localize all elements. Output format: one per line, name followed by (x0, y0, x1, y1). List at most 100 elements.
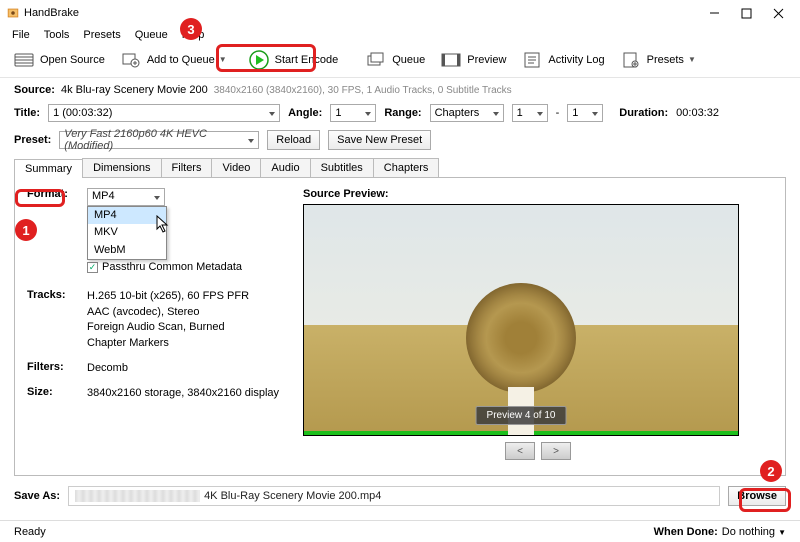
range-mode-select[interactable]: Chapters (430, 104, 504, 122)
callout-2: 2 (760, 460, 782, 482)
toolbar: Open Source Add to Queue ▼ Start Encode … (0, 44, 800, 78)
tab-filters[interactable]: Filters (161, 158, 213, 177)
range-mode-value: Chapters (435, 107, 480, 119)
range-label: Range: (384, 107, 421, 119)
when-done-value[interactable]: Do nothing ▼ (722, 526, 786, 538)
redacted-path (75, 490, 200, 502)
menu-tools[interactable]: Tools (38, 27, 76, 43)
angle-label: Angle: (288, 107, 322, 119)
preview-button[interactable]: Preview (437, 48, 510, 72)
range-from-value: 1 (517, 107, 523, 119)
source-bar: Source: 4k Blu-ray Scenery Movie 200 384… (0, 78, 800, 100)
title-label: Title: (14, 107, 40, 119)
minimize-button[interactable] (698, 1, 730, 25)
menu-file[interactable]: File (6, 27, 36, 43)
track-line: H.265 10-bit (x265), 60 FPS PFR (87, 289, 287, 304)
preview-counter: Preview 4 of 10 (476, 406, 567, 425)
presets-label: Presets (647, 54, 684, 66)
save-as-label: Save As: (14, 490, 60, 502)
tab-subtitles[interactable]: Subtitles (310, 158, 374, 177)
preview-image (304, 205, 738, 435)
source-meta: 3840x2160 (3840x2160), 30 FPS, 1 Audio T… (214, 85, 512, 96)
title-value: 1 (00:03:32) (53, 107, 112, 119)
format-option-mkv[interactable]: MKV (88, 224, 166, 241)
source-preview: Preview 4 of 10 (303, 204, 739, 436)
preview-icon (441, 50, 461, 70)
presets-button[interactable]: Presets ▼ (617, 48, 700, 72)
browse-label: Browse (737, 490, 777, 502)
format-select[interactable]: MP4 (87, 188, 165, 206)
save-path-input[interactable]: 4K Blu-Ray Scenery Movie 200.mp4 (68, 486, 720, 506)
preview-next-button[interactable]: > (541, 442, 571, 460)
menu-queue[interactable]: Queue (129, 27, 174, 43)
open-source-label: Open Source (40, 54, 105, 66)
chevron-down-icon: ▼ (219, 55, 227, 64)
preset-label: Preset: (14, 134, 51, 146)
track-line: AAC (avcodec), Stereo (87, 305, 287, 320)
presets-icon (621, 50, 641, 70)
source-label: Source: (14, 84, 55, 96)
browse-button[interactable]: Browse (728, 486, 786, 506)
open-source-button[interactable]: Open Source (10, 48, 109, 72)
activity-log-label: Activity Log (548, 54, 604, 66)
tab-video[interactable]: Video (211, 158, 261, 177)
when-done-label: When Done: (654, 526, 718, 538)
app-logo-icon (6, 6, 20, 20)
size-value: 3840x2160 storage, 3840x2160 display (87, 386, 287, 401)
callout-3: 3 (180, 18, 202, 40)
close-button[interactable] (762, 1, 794, 25)
add-to-queue-button[interactable]: Add to Queue ▼ (117, 48, 231, 72)
title-select[interactable]: 1 (00:03:32) (48, 104, 280, 122)
start-encode-button[interactable]: Start Encode (245, 48, 343, 72)
activity-log-button[interactable]: Activity Log (518, 48, 608, 72)
duration-label: Duration: (619, 107, 668, 119)
passthru-label: Passthru Common Metadata (102, 260, 242, 275)
preview-prev-button[interactable]: < (505, 442, 535, 460)
reload-button[interactable]: Reload (267, 130, 320, 150)
tab-dimensions[interactable]: Dimensions (82, 158, 161, 177)
add-to-queue-label: Add to Queue (147, 54, 215, 66)
size-label: Size: (27, 386, 87, 401)
tab-chapters[interactable]: Chapters (373, 158, 440, 177)
status-text: Ready (14, 526, 46, 538)
add-to-queue-icon (121, 50, 141, 70)
summary-panel: Format: MP4 MP4 MKV WebM ✓ Passthru Comm… (14, 178, 786, 476)
queue-button[interactable]: Queue (362, 48, 429, 72)
range-from-select[interactable]: 1 (512, 104, 548, 122)
format-value: MP4 (92, 189, 115, 204)
angle-select[interactable]: 1 (330, 104, 376, 122)
filters-value: Decomb (87, 361, 287, 376)
preset-value: Very Fast 2160p60 4K HEVC (Modified) (64, 128, 254, 152)
chevron-down-icon: ▼ (778, 528, 786, 537)
format-option-webm[interactable]: WebM (88, 242, 166, 259)
passthru-checkbox[interactable]: ✓ (87, 262, 98, 273)
callout-1: 1 (15, 219, 37, 241)
tracks-label: Tracks: (27, 289, 87, 351)
save-new-label: Save New Preset (337, 134, 422, 146)
save-new-preset-button[interactable]: Save New Preset (328, 130, 431, 150)
title-row: Title: 1 (00:03:32) Angle: 1 Range: Chap… (0, 100, 800, 126)
menu-presets[interactable]: Presets (77, 27, 126, 43)
preset-select[interactable]: Very Fast 2160p60 4K HEVC (Modified) (59, 131, 259, 149)
reload-label: Reload (276, 134, 311, 146)
range-to-select[interactable]: 1 (567, 104, 603, 122)
preview-label: Preview (467, 54, 506, 66)
track-line: Foreign Audio Scan, Burned (87, 320, 287, 335)
track-line: Chapter Markers (87, 336, 287, 351)
angle-value: 1 (335, 107, 341, 119)
activity-log-icon (522, 50, 542, 70)
when-done-text: Do nothing (722, 526, 775, 538)
duration-value: 00:03:32 (676, 107, 719, 119)
tab-audio[interactable]: Audio (260, 158, 310, 177)
preview-label: Source Preview: (303, 188, 773, 200)
preset-row: Preset: Very Fast 2160p60 4K HEVC (Modif… (0, 126, 800, 158)
format-option-mp4[interactable]: MP4 (88, 207, 166, 224)
start-encode-label: Start Encode (275, 54, 339, 66)
maximize-button[interactable] (730, 1, 762, 25)
tab-summary[interactable]: Summary (14, 159, 83, 178)
range-to-value: 1 (572, 107, 578, 119)
window-title: HandBrake (24, 7, 698, 19)
format-dropdown: MP4 MKV WebM (87, 206, 167, 260)
filters-label: Filters: (27, 361, 87, 376)
range-dash: - (556, 107, 560, 119)
